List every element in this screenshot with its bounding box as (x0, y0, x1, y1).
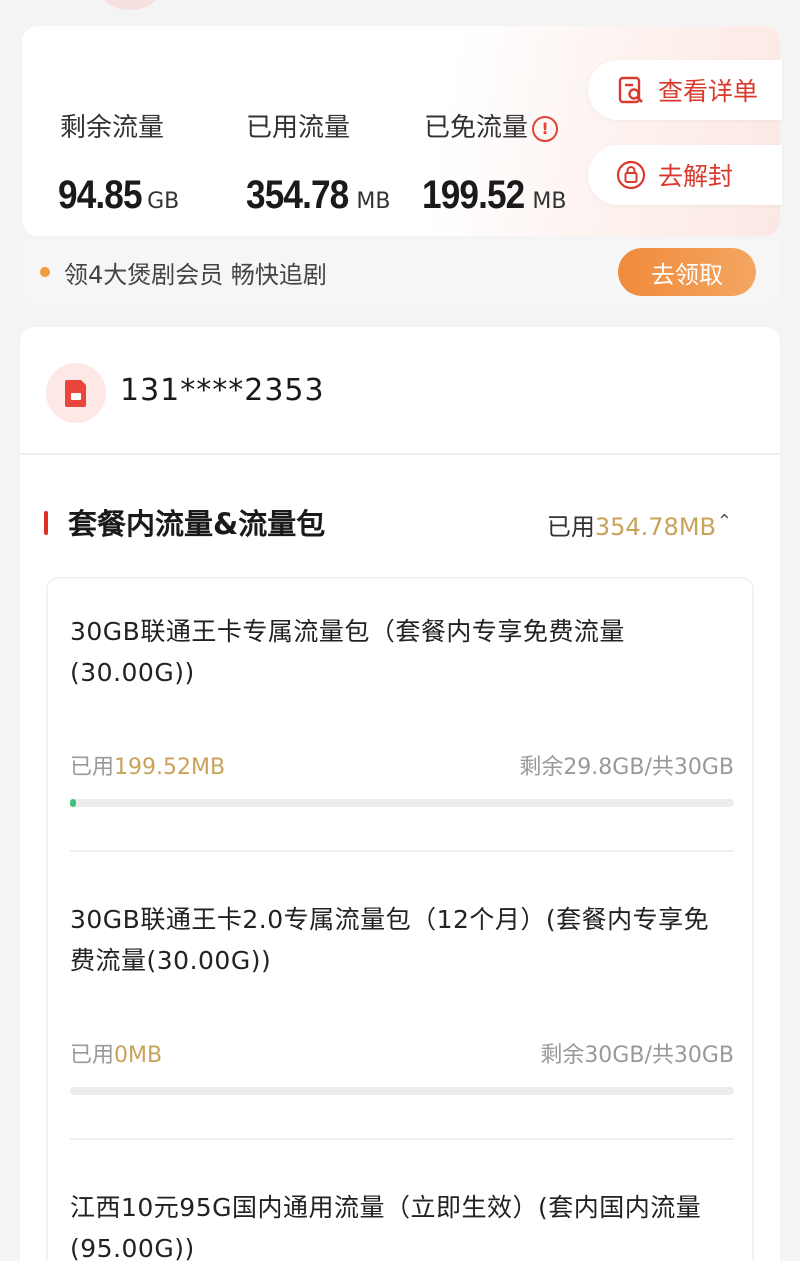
free-unit: MB (532, 189, 567, 214)
unblock-label: 去解封 (658, 162, 734, 191)
package-used: 已用199.52MB (70, 749, 225, 781)
package-item-2: 30GB联通王卡2.0专属流量包（12个月）(套餐内专享免费流量(30.00G)… (70, 899, 734, 981)
section-used-prefix: 已用 (546, 513, 595, 541)
package-usage-1: 已用199.52MB 剩余29.8GB/共30GB (70, 749, 734, 781)
section-used-value: 354.78MB (594, 513, 716, 541)
free-label: 已免流量! (424, 107, 559, 144)
package-used-prefix: 已用 (70, 1043, 115, 1068)
view-details-button[interactable]: 查看详单 (588, 60, 782, 120)
package-used: 已用0MB (70, 1037, 162, 1069)
promo-bar: 领4大煲剧会员 畅快追剧 去领取 (22, 240, 780, 304)
package-item-3: 江西10元95G国内通用流量（立即生效）(套内国内流量(95.00G)) (70, 1187, 734, 1261)
package-list: 30GB联通王卡专属流量包（套餐内专享免费流量(30.00G)) 已用199.5… (46, 577, 754, 1261)
section-accent-bar (44, 511, 48, 535)
package-used-prefix: 已用 (70, 755, 115, 780)
package-progress-fill (70, 799, 76, 807)
used-number: 354.78 (246, 173, 349, 217)
chevron-up-icon[interactable]: ⌃ (717, 511, 732, 532)
remaining-unit: GB (147, 189, 180, 214)
document-search-icon (616, 75, 646, 105)
free-label-text: 已免流量 (424, 113, 529, 143)
remaining-value: 94.85 GB (58, 173, 179, 218)
section-used: 已用354.78MB (547, 507, 716, 542)
promo-text: 领4大煲剧会员 畅快追剧 (64, 260, 327, 289)
view-details-label: 查看详单 (658, 77, 759, 106)
package-usage-2: 已用0MB 剩余30GB/共30GB (70, 1037, 734, 1069)
unblock-button[interactable]: 去解封 (588, 145, 782, 205)
package-progress-track (70, 799, 734, 807)
free-number: 199.52 (422, 173, 525, 217)
package-progress-track (70, 1087, 734, 1095)
account-row: 131****2353 (20, 327, 780, 455)
remaining-number: 94.85 (58, 173, 143, 217)
package-card: 131****2353 套餐内流量&流量包 已用354.78MB ⌃ 30GB联… (20, 327, 780, 1261)
section-header[interactable]: 套餐内流量&流量包 已用354.78MB ⌃ (20, 487, 780, 547)
package-name: 江西10元95G国内通用流量（立即生效）(套内国内流量(95.00G)) (70, 1193, 702, 1261)
claim-button[interactable]: 去领取 (618, 248, 756, 296)
package-used-value: 199.52MB (114, 755, 226, 780)
free-value: 199.52 MB (422, 173, 566, 218)
package-remaining: 剩余30GB/共30GB (540, 1043, 734, 1068)
section-title: 套餐内流量&流量包 (68, 507, 326, 541)
package-name: 30GB联通王卡2.0专属流量包（12个月）(套餐内专享免费流量(30.00G)… (70, 905, 710, 975)
header-decoration (100, 0, 160, 10)
lock-icon (616, 160, 646, 190)
sim-card-icon (46, 363, 106, 423)
used-label: 已用流量 (246, 113, 351, 143)
package-name: 30GB联通王卡专属流量包（套餐内专享免费流量(30.00G)) (70, 617, 625, 687)
divider (70, 850, 734, 852)
promo-dot-icon (40, 267, 50, 277)
package-item-1: 30GB联通王卡专属流量包（套餐内专享免费流量(30.00G)) (70, 611, 734, 693)
remaining-label: 剩余流量 (60, 113, 165, 143)
package-used-value: 0MB (114, 1043, 163, 1068)
info-icon[interactable]: ! (532, 116, 559, 142)
package-remaining: 剩余29.8GB/共30GB (519, 755, 734, 780)
phone-number: 131****2353 (120, 373, 325, 408)
divider (70, 1138, 734, 1140)
used-value: 354.78 MB (246, 173, 390, 218)
used-unit: MB (356, 189, 391, 214)
